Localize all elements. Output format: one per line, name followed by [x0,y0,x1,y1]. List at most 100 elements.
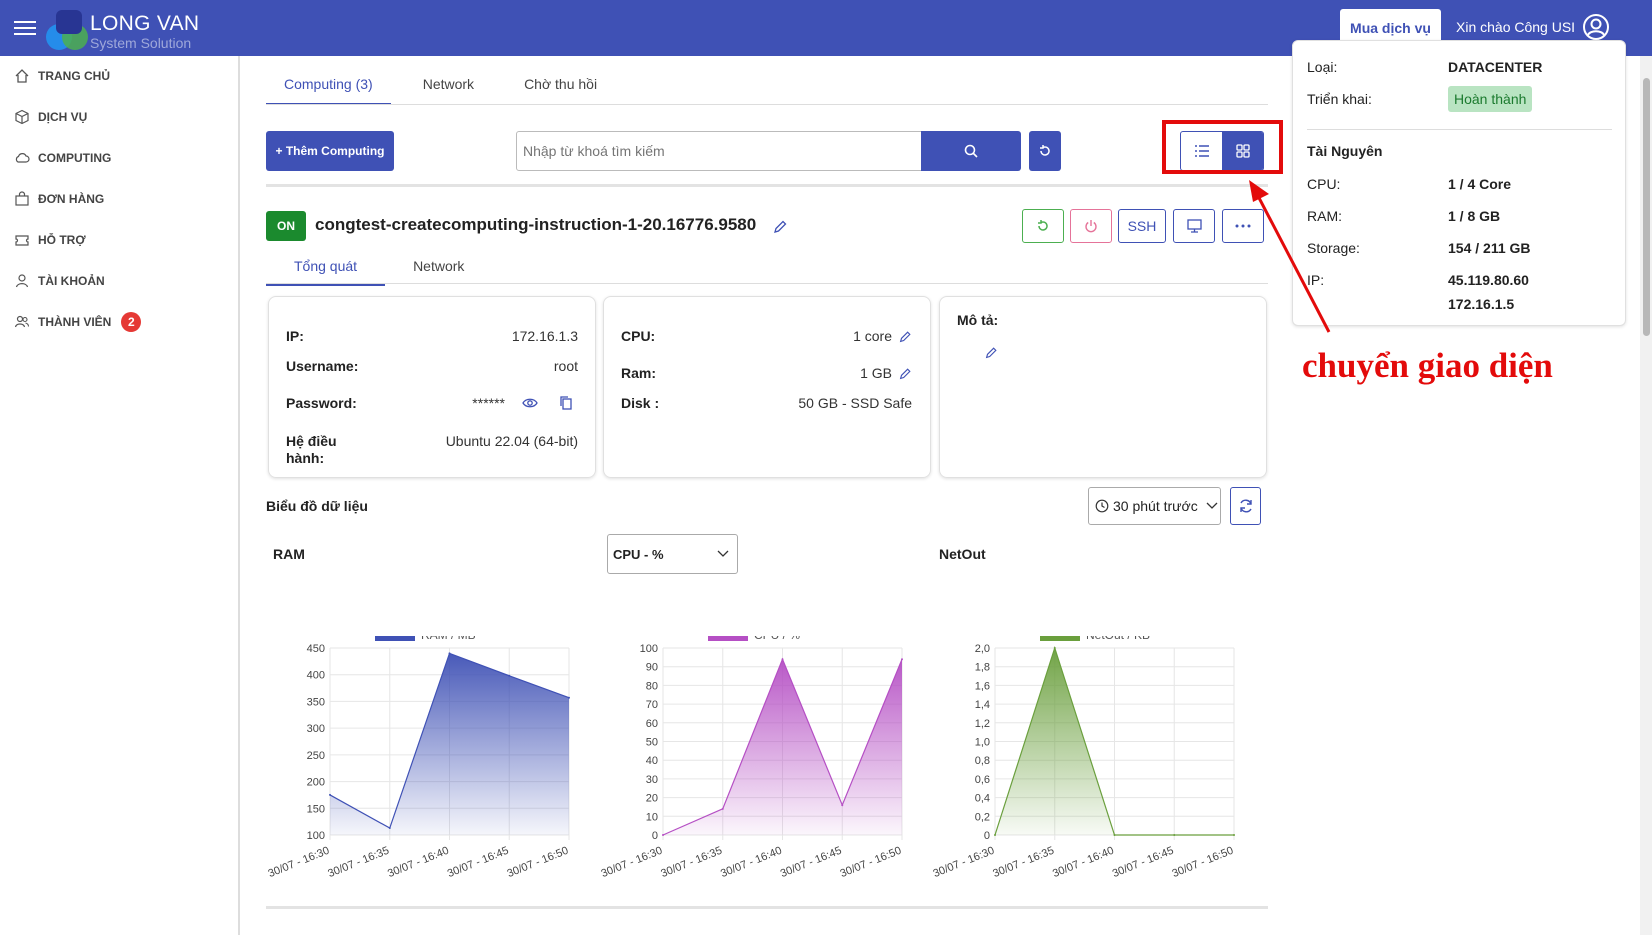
resources-card: CPU: 1 core Ram: 1 GB Disk : 50 GB - SSD… [603,296,931,478]
sidebar-item-members[interactable]: THÀNH VIÊN 2 [14,312,142,332]
search-input[interactable] [516,131,922,171]
netout-y-tick-label: 1,0 [975,737,990,749]
search-icon [964,144,978,158]
ram-y-tick-label: 300 [307,723,325,735]
sidebar-item-services[interactable]: DỊCH VỤ [14,109,87,125]
restart-button[interactable] [1022,209,1064,243]
refresh-charts-button[interactable] [1230,487,1261,525]
netout-chart: NetOut / KB 0 0,2 0,4 0,6 0,8 1,0 1,2 1,4 1,6 1,8 2… [932,636,1235,880]
power-icon [1085,220,1097,233]
deploy-label: Triển khai: [1307,91,1372,107]
disk-value: 50 GB - SSD Safe [798,395,912,411]
sidebar-item-home[interactable]: TRANG CHỦ [14,68,110,84]
ssh-button[interactable]: SSH [1118,209,1166,243]
sidebar-item-computing[interactable]: COMPUTING [14,150,111,166]
cpu-x-tick-label: 30/07 - 16:45 [779,845,844,880]
sidebar-item-support[interactable]: HỖ TRỢ [14,232,86,248]
members-badge: 2 [121,312,142,332]
ram-x-tick-label: 30/07 - 16:30 [267,845,332,880]
os-label: Hệ điều [286,433,337,449]
top-tabs: Computing (3) Network Chờ thu hồi [266,70,647,105]
ram-data-point [508,674,511,677]
netout-y-tick-label: 0,6 [975,774,990,786]
annotation-text: chuyển giao diện [1302,346,1553,385]
ram-y-tick-label: 250 [307,750,325,762]
netout-chart-title: NetOut [939,546,986,562]
cpu-chart: CPU / % 0 10 20 30 40 50 60 70 80 90 100 30/07 - 16:… [600,636,903,880]
tab-pending-recovery[interactable]: Chờ thu hồi [524,70,597,105]
edit-icon[interactable] [772,219,788,235]
cpu-y-tick-label: 40 [646,755,658,767]
cpu-value: 1 core [853,328,892,344]
cpu-y-tick-label: 10 [646,811,658,823]
cpu-metric-select[interactable]: CPU - % [607,534,738,574]
add-computing-button[interactable]: + Thêm Computing [266,131,394,171]
cpu-metric-value: CPU - % [613,546,664,562]
vm-tabs: Tổng quát Network [266,252,492,286]
storage-value: 154 / 211 GB [1448,240,1531,256]
ram-usage-value: 1 / 8 GB [1448,208,1501,224]
power-button[interactable] [1070,209,1112,243]
ip-label: IP: [286,328,304,344]
scrollbar[interactable] [1640,56,1652,935]
tab-vm-network[interactable]: Network [385,252,492,286]
edit-ram-icon[interactable] [898,367,912,381]
time-range-select[interactable]: 30 phút trước [1088,487,1221,525]
type-value: DATACENTER [1448,59,1543,75]
netout-data-point [1053,647,1056,649]
cpu-legend-label: CPU / % [754,636,800,642]
ram-y-tick-label: 100 [307,830,325,842]
ram-chart-title: RAM [273,546,305,562]
cpu-y-tick-label: 60 [646,718,658,730]
cpu-data-point [662,834,664,836]
home-icon [15,69,29,83]
netout-data-point [1173,834,1176,836]
cpu-label: CPU: [621,328,656,344]
logo[interactable]: LONG VAN System Solution [44,8,204,51]
copy-icon[interactable] [559,395,573,411]
console-button[interactable] [1173,209,1215,243]
panel-divider [1307,129,1612,130]
deploy-status-badge: Hoàn thành [1448,86,1533,112]
ram-legend-label: RAM / MB [421,636,476,642]
netout-data-point [994,834,996,836]
netout-x-tick-label: 30/07 - 16:45 [1111,845,1176,880]
cpu-data-point [721,807,724,810]
os-label-2: hành: [286,450,325,466]
monitor-icon [1186,219,1202,233]
ram-y-tick-label: 200 [307,777,325,789]
ram-value: 1 GB [860,365,892,381]
netout-y-tick-label: 0,4 [975,793,990,805]
user-account-icon[interactable] [1582,13,1610,41]
cpu-data-point [901,658,903,661]
time-range-value: 30 phút trước [1113,498,1198,514]
sidebar-item-label: COMPUTING [38,151,112,165]
logo-subtitle: System Solution [90,35,192,51]
menu-icon[interactable] [14,18,36,38]
cpu-x-tick-label: 30/07 - 16:30 [600,845,665,880]
search-button[interactable] [921,131,1021,171]
refresh-icon [1239,499,1252,513]
cpu-y-tick-label: 90 [646,662,658,674]
ram-y-tick-label: 350 [307,696,325,708]
sidebar-item-orders[interactable]: ĐƠN HÀNG [14,191,104,207]
scrollbar-thumb[interactable] [1643,78,1650,336]
ram-data-point [568,696,570,699]
tab-computing[interactable]: Computing (3) [266,70,391,105]
edit-description-icon[interactable] [984,346,998,360]
password-label: Password: [286,395,357,411]
reload-button[interactable] [1029,131,1061,171]
cpu-y-tick-label: 100 [640,643,658,655]
sidebar-item-label: TRANG CHỦ [38,69,110,83]
sidebar-item-account[interactable]: TÀI KHOẢN [14,273,105,289]
login-info-card: IP: 172.16.1.3 Username: root Password: … [268,296,596,478]
cpu-y-tick-label: 0 [652,830,658,842]
tab-divider [266,104,1268,105]
tab-network[interactable]: Network [423,70,474,105]
tab-overview[interactable]: Tổng quát [266,252,386,286]
cpu-legend-swatch [708,636,748,641]
greeting-text: Xin chào Công USI [1456,19,1576,35]
edit-cpu-icon[interactable] [898,330,912,344]
ram-chart: RAM / MB 100 150 200 250 300 350 400 450 30/07 - … [267,636,570,880]
eye-icon[interactable] [522,396,538,410]
